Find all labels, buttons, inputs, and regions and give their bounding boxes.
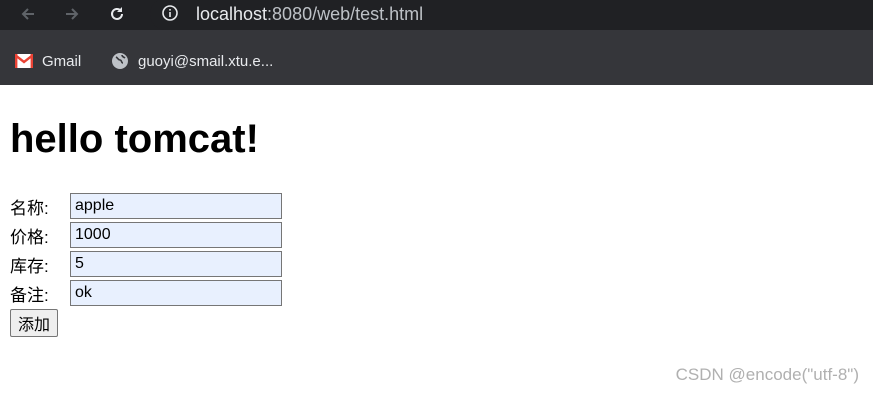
bookmark-label: Gmail — [42, 52, 82, 70]
name-input[interactable] — [70, 193, 282, 219]
reload-button[interactable] — [103, 0, 131, 28]
navigation-bar: localhost:8080/web/test.html — [0, 0, 873, 30]
watermark: CSDN @encode("utf-8") — [675, 365, 859, 384]
reload-icon — [111, 7, 123, 20]
globe-icon — [110, 51, 130, 71]
note-label: 备注: — [10, 285, 49, 305]
browser-chrome: localhost:8080/web/test.html Gmail guoyi… — [0, 0, 873, 85]
stock-input[interactable] — [70, 251, 282, 277]
url-text[interactable]: localhost:8080/web/test.html — [196, 2, 423, 26]
page-content: hello tomcat! 名称: 价格: 库存: 备注: 添加 CSDN @e… — [0, 85, 873, 393]
page-title: hello tomcat! — [10, 117, 259, 161]
form-row-price: 价格: — [10, 222, 282, 248]
form-row-name: 名称: — [10, 193, 282, 219]
info-icon[interactable] — [162, 5, 178, 21]
arrow-right-icon — [66, 8, 79, 20]
stock-label: 库存: — [10, 256, 49, 276]
price-input[interactable] — [70, 222, 282, 248]
gmail-icon — [14, 51, 34, 71]
address-bar[interactable]: localhost:8080/web/test.html — [150, 0, 873, 30]
note-input[interactable] — [70, 280, 282, 306]
add-button[interactable]: 添加 — [10, 309, 59, 337]
name-label: 名称: — [10, 198, 49, 218]
bookmark-smail[interactable]: guoyi@smail.xtu.e... — [110, 50, 273, 72]
arrow-left-icon — [21, 8, 34, 20]
price-label: 价格: — [10, 227, 49, 247]
url-host: localhost — [196, 4, 268, 24]
form-row-note: 备注: — [10, 280, 282, 306]
bookmarks-bar: Gmail guoyi@smail.xtu.e... — [0, 42, 873, 80]
form-row-stock: 库存: — [10, 251, 282, 277]
url-path: :8080/web/test.html — [267, 4, 424, 24]
bookmark-gmail[interactable]: Gmail — [14, 50, 81, 72]
forward-button[interactable] — [58, 0, 86, 28]
back-button[interactable] — [14, 0, 42, 28]
bookmark-label: guoyi@smail.xtu.e... — [138, 52, 274, 70]
